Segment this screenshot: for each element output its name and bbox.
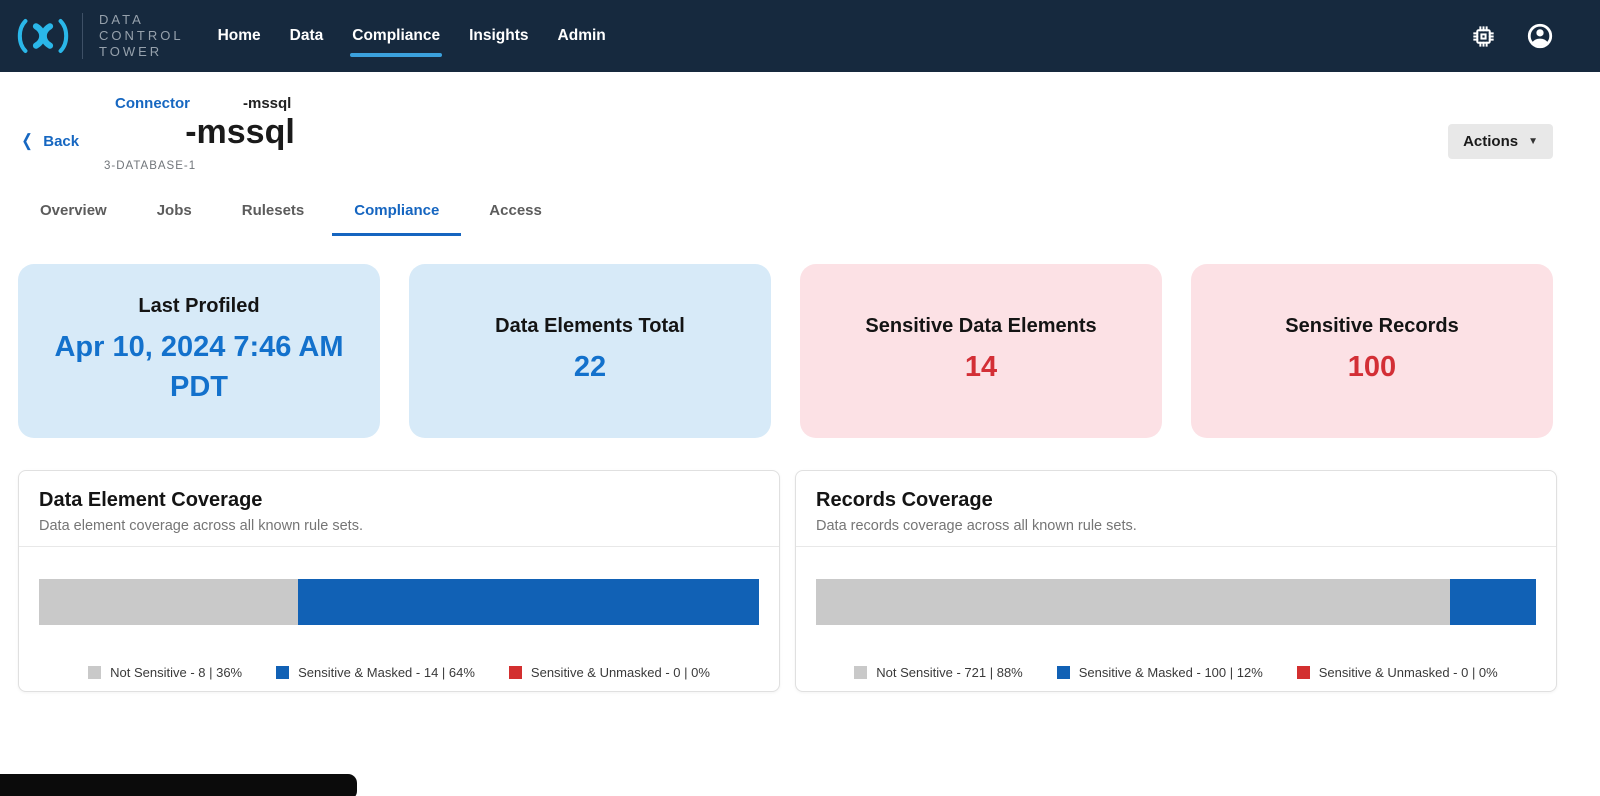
coverage-panels-row: Data Element Coverage Data element cover… <box>18 470 1557 692</box>
stacked-coverage-bar <box>816 579 1536 625</box>
actions-label: Actions <box>1463 133 1518 150</box>
detail-tabs: Overview Jobs Rulesets Compliance Access <box>18 196 564 236</box>
main-nav: Home Data Compliance Insights Admin <box>218 0 606 72</box>
tab-compliance[interactable]: Compliance <box>332 196 461 236</box>
navbar-right <box>1471 22 1600 50</box>
coverage-legend: Not Sensitive - 8 | 36% Sensitive & Mask… <box>19 665 779 680</box>
account-circle-icon[interactable] <box>1526 22 1554 50</box>
brand-line-1: DATA <box>99 12 184 28</box>
panel-header: Records Coverage Data records coverage a… <box>796 471 1556 547</box>
page-title: -mssql <box>0 113 480 152</box>
data-element-coverage-panel: Data Element Coverage Data element cover… <box>18 470 780 692</box>
nav-item-data[interactable]: Data <box>290 23 324 49</box>
card-value: 100 <box>1348 348 1396 387</box>
legend-swatch-red <box>509 666 522 679</box>
legend-item-not-sensitive: Not Sensitive - 8 | 36% <box>88 665 242 680</box>
top-navbar: DATA CONTROL TOWER Home Data Compliance … <box>0 0 1600 72</box>
legend-swatch-gray <box>854 666 867 679</box>
stat-cards-row: Last Profiled Apr 10, 2024 7:46 AM PDT D… <box>18 264 1555 438</box>
panel-subtitle: Data element coverage across all known r… <box>39 518 759 534</box>
card-title: Sensitive Data Elements <box>865 315 1096 338</box>
card-sensitive-records: Sensitive Records 100 <box>1191 264 1553 438</box>
nav-item-home[interactable]: Home <box>218 23 261 49</box>
page-subtitle: 3-DATABASE-1 <box>104 160 196 172</box>
card-value: 22 <box>574 348 606 387</box>
card-value: 14 <box>965 348 997 387</box>
brand-text: DATA CONTROL TOWER <box>99 12 184 60</box>
redaction-bar <box>0 774 357 796</box>
panel-title: Records Coverage <box>816 489 1536 512</box>
breadcrumb-connector-link[interactable]: Connector <box>115 95 190 112</box>
card-title: Data Elements Total <box>495 315 685 338</box>
chevron-down-icon: ▼ <box>1528 136 1538 147</box>
legend-item-sensitive-unmasked: Sensitive & Unmasked - 0 | 0% <box>509 665 710 680</box>
breadcrumb-current: -mssql <box>243 95 291 112</box>
brand-line-2: CONTROL <box>99 28 184 44</box>
delphix-logo[interactable] <box>14 14 72 58</box>
legend-swatch-blue <box>1057 666 1070 679</box>
panel-title: Data Element Coverage <box>39 489 759 512</box>
legend-label: Sensitive & Unmasked - 0 | 0% <box>1319 665 1498 680</box>
legend-item-sensitive-masked: Sensitive & Masked - 14 | 64% <box>276 665 475 680</box>
nav-item-insights[interactable]: Insights <box>469 23 528 49</box>
records-coverage-panel: Records Coverage Data records coverage a… <box>795 470 1557 692</box>
chip-settings-icon[interactable] <box>1471 24 1496 49</box>
panel-subtitle: Data records coverage across all known r… <box>816 518 1536 534</box>
card-title: Last Profiled <box>138 295 259 318</box>
tab-overview[interactable]: Overview <box>18 196 129 236</box>
tab-rulesets[interactable]: Rulesets <box>220 196 327 236</box>
bar-segment-sensitive-masked <box>298 579 759 625</box>
bar-segment-sensitive-masked <box>1450 579 1536 625</box>
tab-jobs[interactable]: Jobs <box>135 196 214 236</box>
card-last-profiled: Last Profiled Apr 10, 2024 7:46 AM PDT <box>18 264 380 438</box>
legend-label: Sensitive & Masked - 14 | 64% <box>298 665 475 680</box>
card-value: Apr 10, 2024 7:46 AM PDT <box>44 328 354 406</box>
coverage-legend: Not Sensitive - 721 | 88% Sensitive & Ma… <box>796 665 1556 680</box>
legend-item-sensitive-unmasked: Sensitive & Unmasked - 0 | 0% <box>1297 665 1498 680</box>
card-title: Sensitive Records <box>1285 315 1458 338</box>
brand-line-3: TOWER <box>99 44 184 60</box>
actions-button[interactable]: Actions ▼ <box>1448 124 1553 159</box>
brand-divider <box>82 13 83 59</box>
delphix-logo-icon <box>14 14 72 58</box>
legend-item-sensitive-masked: Sensitive & Masked - 100 | 12% <box>1057 665 1263 680</box>
card-data-elements-total: Data Elements Total 22 <box>409 264 771 438</box>
legend-item-not-sensitive: Not Sensitive - 721 | 88% <box>854 665 1022 680</box>
bar-segment-not-sensitive <box>39 579 298 625</box>
legend-label: Not Sensitive - 721 | 88% <box>876 665 1022 680</box>
panel-header: Data Element Coverage Data element cover… <box>19 471 779 547</box>
legend-label: Sensitive & Masked - 100 | 12% <box>1079 665 1263 680</box>
legend-label: Sensitive & Unmasked - 0 | 0% <box>531 665 710 680</box>
stacked-coverage-bar <box>39 579 759 625</box>
nav-item-compliance[interactable]: Compliance <box>352 23 440 49</box>
legend-swatch-red <box>1297 666 1310 679</box>
bar-segment-not-sensitive <box>816 579 1450 625</box>
legend-label: Not Sensitive - 8 | 36% <box>110 665 242 680</box>
legend-swatch-blue <box>276 666 289 679</box>
legend-swatch-gray <box>88 666 101 679</box>
card-sensitive-data-elements: Sensitive Data Elements 14 <box>800 264 1162 438</box>
tab-access[interactable]: Access <box>467 196 564 236</box>
nav-item-admin[interactable]: Admin <box>558 23 606 49</box>
